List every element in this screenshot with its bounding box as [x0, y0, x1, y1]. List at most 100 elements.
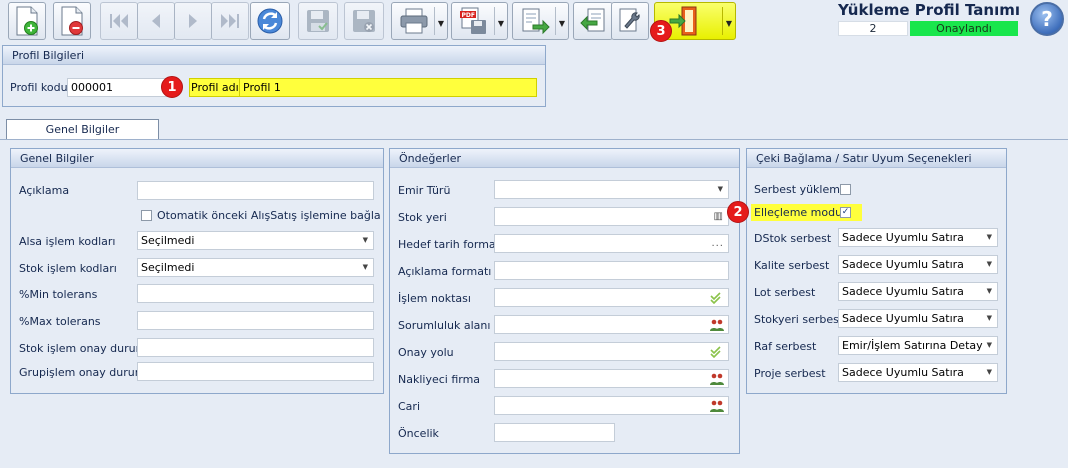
refresh-button[interactable] [250, 2, 290, 40]
max-tolerance-input[interactable] [137, 311, 374, 330]
delete-button[interactable] [53, 2, 91, 40]
order-type-select[interactable]: ▼ [494, 180, 729, 199]
new-document-icon [16, 6, 38, 36]
handling-mode-label: Elleçleme modu [754, 206, 843, 219]
pdf-export-button[interactable]: PDF ▼ [451, 2, 508, 40]
account-input[interactable] [494, 396, 729, 415]
approval-path-input[interactable] [494, 342, 729, 361]
dstock-free-value: Sadece Uyumlu Satıra [842, 231, 964, 244]
free-loading-checkbox[interactable] [840, 184, 851, 195]
profile-name-input[interactable]: Profil 1 [239, 78, 537, 97]
annotation-marker-3: 3 [650, 20, 672, 42]
chevron-down-icon[interactable]: ▼ [987, 229, 992, 246]
next-record-button[interactable] [174, 2, 212, 40]
delete-document-icon [61, 6, 83, 36]
description-format-label: Açıklama formatı [398, 265, 492, 278]
chevron-down-icon[interactable]: ▼ [498, 19, 504, 28]
save-close-button[interactable] [344, 2, 384, 40]
max-tolerance-label: %Max tolerans [19, 315, 101, 328]
chevron-down-icon[interactable]: ▼ [987, 364, 992, 381]
shelf-free-label: Raf serbest [754, 340, 817, 353]
previous-record-button[interactable] [137, 2, 175, 40]
chevron-down-icon[interactable]: ▼ [718, 181, 723, 198]
dstock-free-select[interactable]: Sadece Uyumlu Satıra ▼ [838, 228, 998, 247]
stock-location-free-select[interactable]: Sadece Uyumlu Satıra ▼ [838, 309, 998, 328]
project-free-value: Sadece Uyumlu Satıra [842, 366, 964, 379]
chevron-down-icon[interactable]: ▼ [363, 259, 368, 276]
chevron-down-icon[interactable]: ▼ [987, 283, 992, 300]
chevron-down-icon[interactable]: ▼ [438, 19, 444, 28]
exit-door-icon [669, 6, 697, 36]
tools-button[interactable] [611, 2, 649, 40]
stock-location-input[interactable]: ▥ [494, 207, 729, 226]
status-badge: Onaylandı [910, 21, 1018, 36]
chevron-down-icon[interactable]: ▼ [726, 19, 732, 28]
users-icon[interactable] [710, 319, 724, 331]
print-button[interactable]: ▼ [391, 2, 448, 40]
print-icon [400, 8, 427, 34]
cheque-options-header: Çeki Bağlama / Satır Uyum Seçenekleri [747, 149, 1006, 168]
double-check-icon[interactable] [710, 292, 724, 304]
pdf-export-icon: PDF [459, 7, 486, 34]
profile-info-header: Profil Bilgileri [3, 46, 545, 65]
cheque-options-panel: Çeki Bağlama / Satır Uyum Seçenekleri Se… [746, 148, 1007, 394]
import-button[interactable] [573, 2, 613, 40]
barcode-icon[interactable]: ▥ [714, 208, 724, 225]
shelf-free-select[interactable]: Emir/İşlem Satırına Detay ▼ [838, 336, 998, 355]
double-check-icon[interactable] [710, 346, 724, 358]
stock-approval-input[interactable] [137, 338, 374, 357]
group-approval-input[interactable] [137, 362, 374, 381]
target-date-format-input[interactable]: ... [494, 234, 729, 253]
quality-free-select[interactable]: Sadece Uyumlu Satıra ▼ [838, 255, 998, 274]
users-icon[interactable] [710, 400, 724, 412]
profile-name-label: Profil adı [189, 78, 241, 97]
profile-code-input[interactable]: 000001 [67, 78, 167, 97]
stock-location-label: Stok yeri [398, 211, 447, 224]
stock-location-free-value: Sadece Uyumlu Satıra [842, 312, 964, 325]
dstock-free-label: DStok serbest [754, 232, 832, 245]
responsibility-area-input[interactable] [494, 315, 729, 334]
first-record-button[interactable] [100, 2, 138, 40]
save-icon [307, 10, 329, 32]
aciklama-input[interactable] [137, 181, 374, 200]
lot-free-select[interactable]: Sadece Uyumlu Satıra ▼ [838, 282, 998, 301]
new-button[interactable] [8, 2, 46, 40]
free-loading-label: Serbest yükleme [754, 183, 847, 196]
min-tolerance-label: %Min tolerans [19, 288, 98, 301]
tab-strip-divider [0, 139, 1068, 140]
stock-codes-select[interactable]: Seçilmedi ▼ [137, 258, 374, 277]
shelf-free-value: Emir/İşlem Satırına Detay [842, 339, 983, 352]
chevron-down-icon[interactable]: ▼ [559, 19, 565, 28]
chevron-down-icon[interactable]: ▼ [987, 310, 992, 327]
help-button[interactable]: ? [1030, 2, 1064, 36]
page-title: Yükleme Profil Tanımı [838, 1, 1020, 19]
priority-input[interactable] [494, 423, 615, 442]
ellipsis-button[interactable]: ... [711, 235, 724, 252]
aciklama-label: Açıklama [19, 184, 70, 197]
general-info-header: Genel Bilgiler [11, 149, 383, 168]
carrier-company-input[interactable] [494, 369, 729, 388]
last-record-button[interactable] [211, 2, 249, 40]
users-icon[interactable] [710, 373, 724, 385]
chevron-down-icon[interactable]: ▼ [363, 232, 368, 249]
auto-link-checkbox[interactable] [141, 210, 152, 221]
lot-free-value: Sadece Uyumlu Satıra [842, 285, 964, 298]
description-format-input[interactable] [494, 261, 729, 280]
handling-mode-checkbox[interactable]: ✓ [840, 207, 851, 218]
min-tolerance-input[interactable] [137, 284, 374, 303]
save-button[interactable] [298, 2, 338, 40]
general-info-panel: Genel Bilgiler Açıklama Otomatik önceki … [10, 148, 384, 394]
stock-approval-label: Stok işlem onay durumu [19, 342, 154, 355]
carrier-company-label: Nakliyeci firma [398, 373, 481, 386]
export-icon [522, 8, 550, 35]
process-point-input[interactable] [494, 288, 729, 307]
chevron-down-icon[interactable]: ▼ [987, 256, 992, 273]
alsa-codes-select[interactable]: Seçilmedi ▼ [137, 231, 374, 250]
chevron-down-icon[interactable]: ▼ [987, 337, 992, 354]
profile-code-label: Profil kodu [10, 81, 68, 94]
project-free-select[interactable]: Sadece Uyumlu Satıra ▼ [838, 363, 998, 382]
project-free-label: Proje serbest [754, 367, 826, 380]
export-button[interactable]: ▼ [512, 2, 569, 40]
stock-codes-value: Seçilmedi [141, 261, 195, 274]
tab-genel-bilgiler[interactable]: Genel Bilgiler [6, 119, 159, 139]
